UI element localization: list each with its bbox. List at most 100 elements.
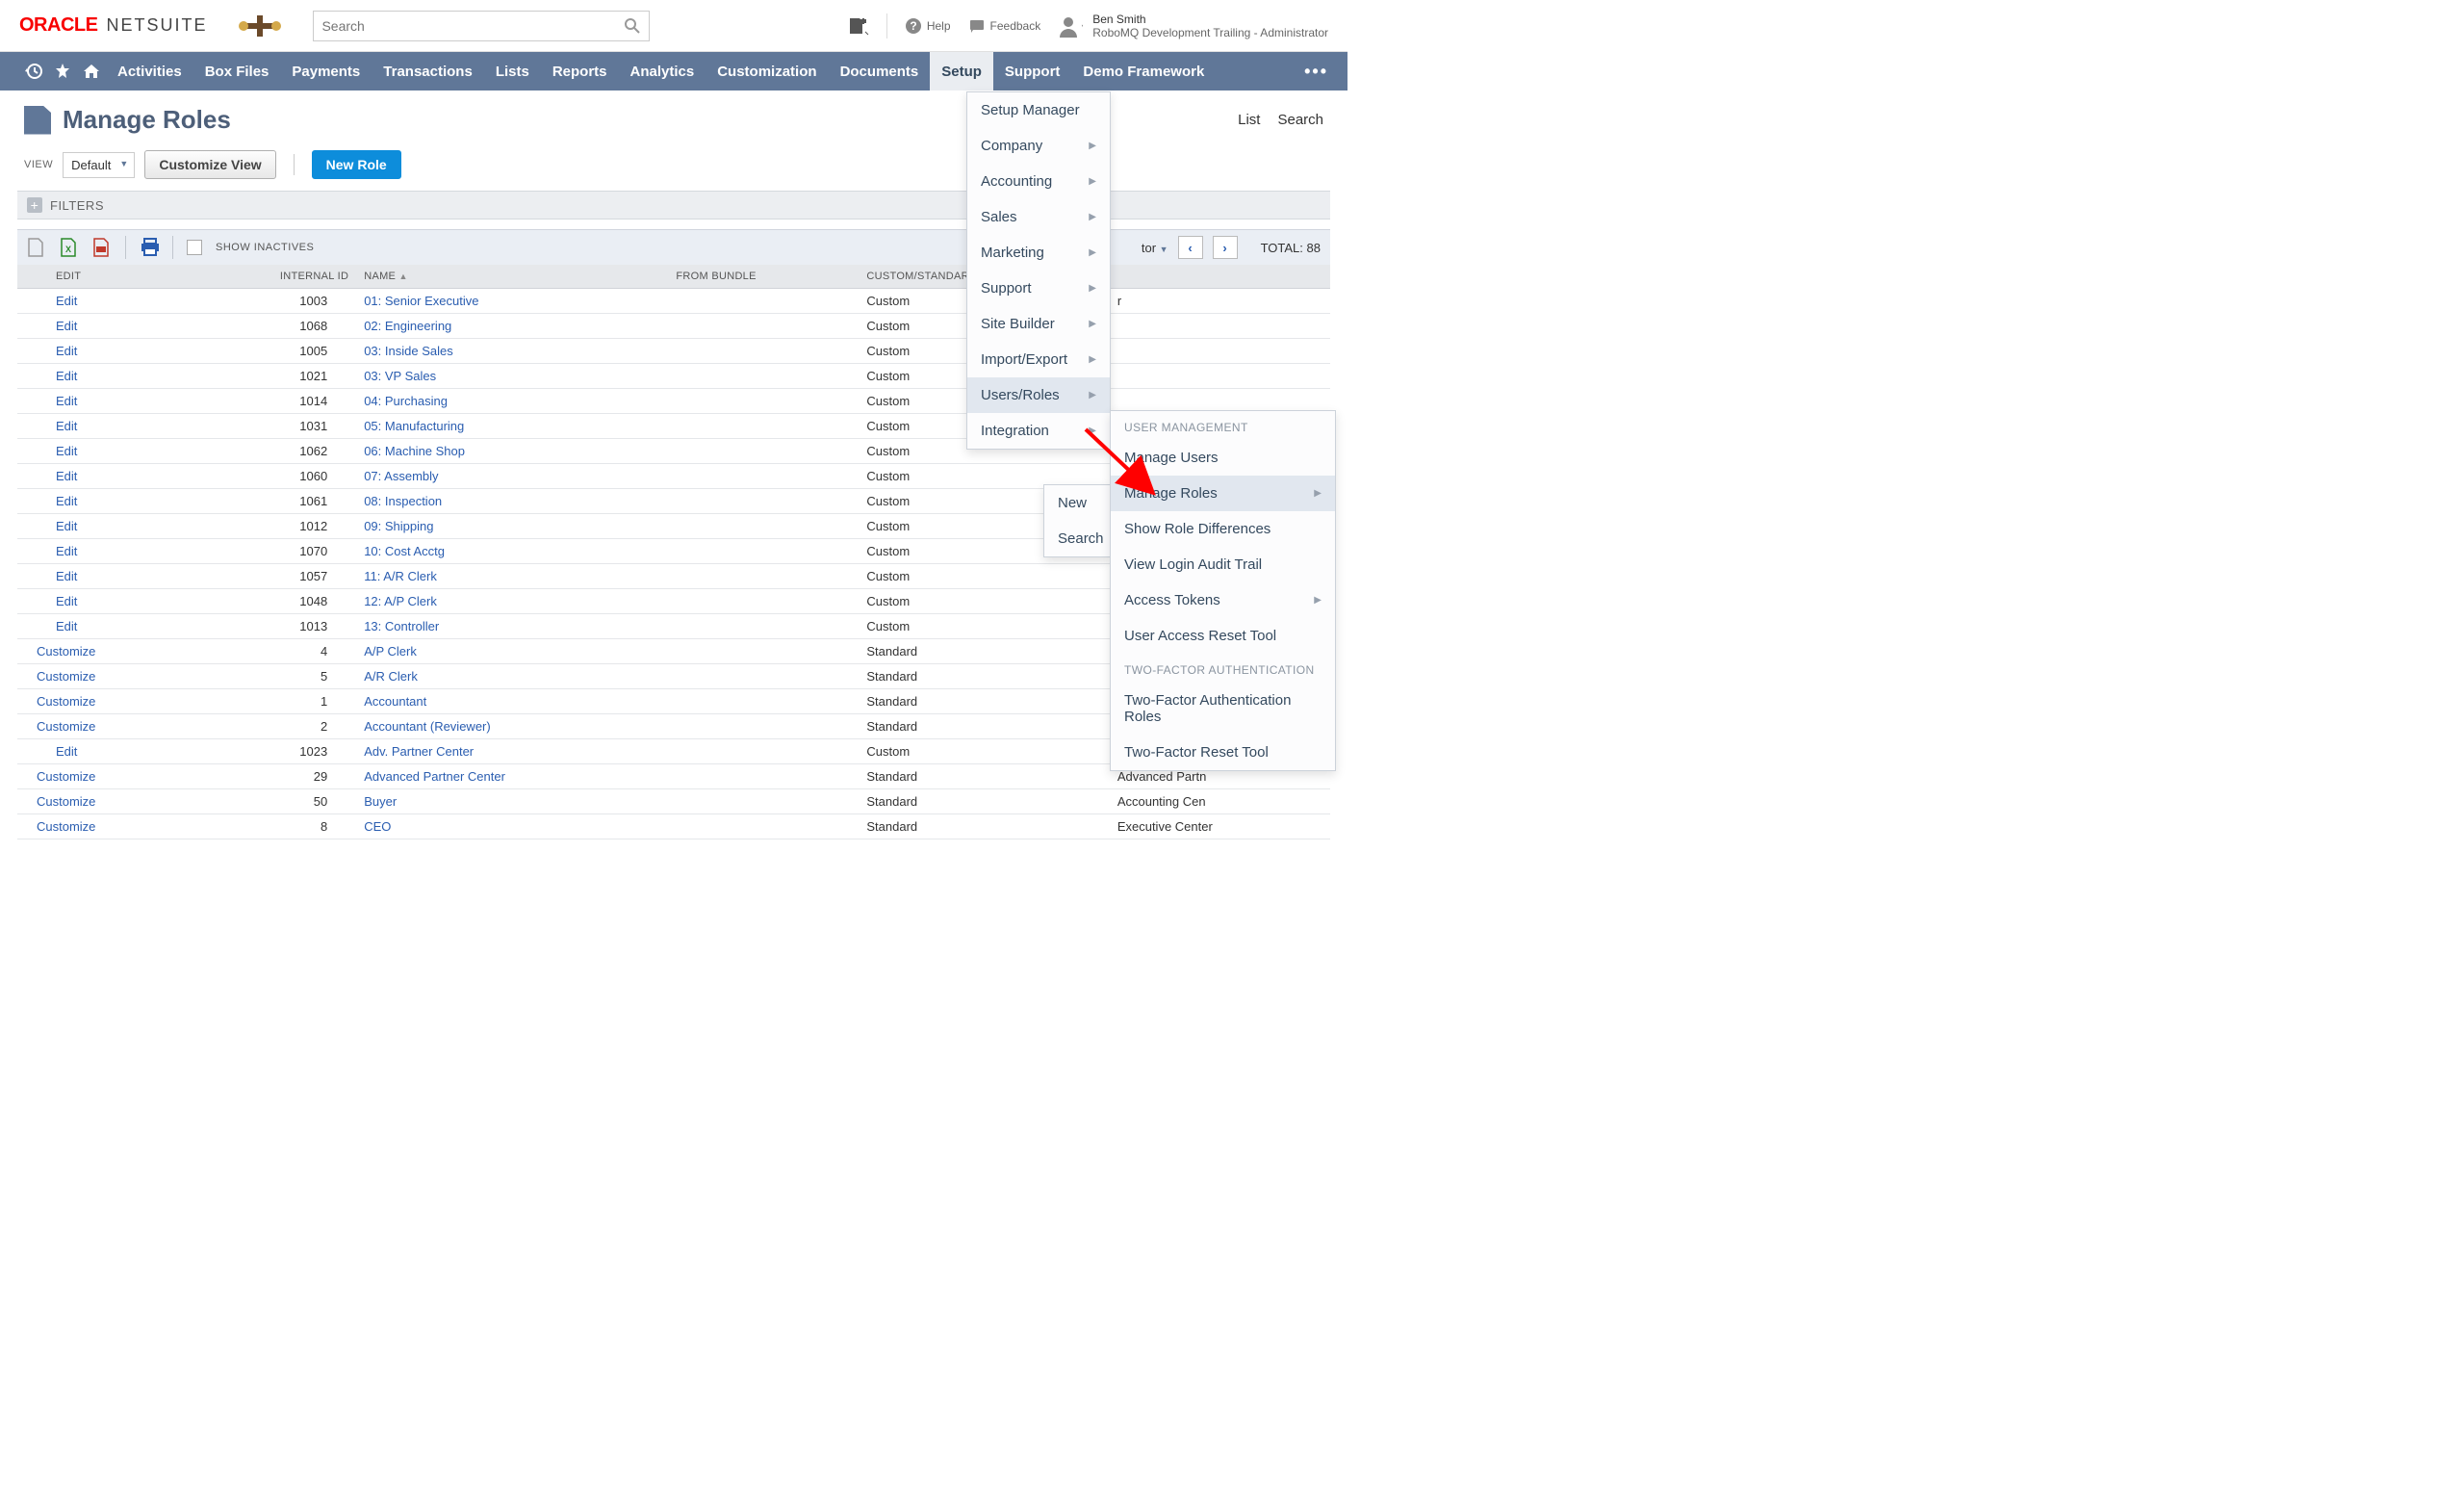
edit-link[interactable]: Edit [17, 514, 189, 539]
nav-item-demo-framework[interactable]: Demo Framework [1071, 52, 1216, 90]
edit-link[interactable]: Edit [17, 389, 189, 414]
view-select[interactable]: Default [63, 152, 135, 178]
nav-item-setup[interactable]: Setup [930, 52, 993, 90]
role-name-link[interactable]: A/P Clerk [364, 644, 417, 659]
menu-item-support[interactable]: Support▶ [967, 271, 1110, 306]
search-input[interactable] [321, 18, 624, 34]
edit-link[interactable]: Customize [17, 664, 189, 689]
role-name-link[interactable]: 03: Inside Sales [364, 344, 453, 358]
nav-item-transactions[interactable]: Transactions [372, 52, 484, 90]
shortcuts-star-icon[interactable] [48, 52, 77, 90]
menu-item-users-roles[interactable]: Users/Roles▶ [967, 377, 1110, 413]
edit-link[interactable]: Edit [17, 289, 189, 314]
column-header[interactable]: FROM BUNDLE [668, 265, 859, 289]
menu-item-integration[interactable]: Integration▶ [967, 413, 1110, 449]
search-icon[interactable] [624, 17, 641, 35]
menu-item-sales[interactable]: Sales▶ [967, 199, 1110, 235]
role-name-link[interactable]: Advanced Partner Center [364, 769, 505, 784]
edit-link[interactable]: Edit [17, 314, 189, 339]
expand-filters-icon[interactable]: + [27, 197, 42, 213]
search-link[interactable]: Search [1277, 112, 1323, 128]
menu-item-accounting[interactable]: Accounting▶ [967, 164, 1110, 199]
menu-item-site-builder[interactable]: Site Builder▶ [967, 306, 1110, 342]
edit-link[interactable]: Edit [17, 539, 189, 564]
create-new-icon[interactable] [848, 16, 869, 36]
menu-item-view-login-audit-trail[interactable]: View Login Audit Trail [1111, 547, 1335, 582]
role-name-link[interactable]: 01: Senior Executive [364, 294, 478, 308]
nav-item-customization[interactable]: Customization [706, 52, 828, 90]
nav-item-support[interactable]: Support [993, 52, 1072, 90]
edit-link[interactable]: Edit [17, 339, 189, 364]
role-name-link[interactable]: 08: Inspection [364, 494, 442, 508]
nav-item-analytics[interactable]: Analytics [619, 52, 706, 90]
edit-link[interactable]: Customize [17, 764, 189, 789]
show-inactives-checkbox[interactable] [187, 240, 202, 255]
role-name-link[interactable]: A/R Clerk [364, 669, 418, 684]
menu-item-two-factor-reset-tool[interactable]: Two-Factor Reset Tool [1111, 735, 1335, 770]
role-name-link[interactable]: Buyer [364, 794, 397, 809]
nav-item-activities[interactable]: Activities [106, 52, 193, 90]
export-pdf-icon[interactable] [92, 237, 112, 258]
export-excel-icon[interactable]: X [60, 237, 79, 258]
column-header[interactable]: EDIT [17, 265, 189, 289]
page-prev-button[interactable]: ‹ [1178, 236, 1203, 259]
role-name-link[interactable]: 05: Manufacturing [364, 419, 464, 433]
edit-link[interactable]: Customize [17, 814, 189, 839]
column-header[interactable]: INTERNAL ID [189, 265, 356, 289]
column-header[interactable] [1110, 265, 1330, 289]
menu-item-two-factor-authentication-roles[interactable]: Two-Factor Authentication Roles [1111, 683, 1335, 735]
edit-link[interactable]: Edit [17, 739, 189, 764]
role-name-link[interactable]: 13: Controller [364, 619, 439, 633]
customize-view-button[interactable]: Customize View [144, 150, 275, 179]
role-name-link[interactable]: 03: VP Sales [364, 369, 436, 383]
export-csv-icon[interactable] [27, 237, 46, 258]
edit-link[interactable]: Edit [17, 414, 189, 439]
feedback-button[interactable]: Feedback [968, 17, 1041, 35]
role-name-link[interactable]: Adv. Partner Center [364, 744, 474, 759]
edit-link[interactable]: Edit [17, 364, 189, 389]
nav-item-lists[interactable]: Lists [484, 52, 541, 90]
edit-link[interactable]: Edit [17, 589, 189, 614]
menu-item-setup-manager[interactable]: Setup Manager [967, 92, 1110, 128]
role-name-link[interactable]: CEO [364, 819, 391, 834]
menu-item-manage-users[interactable]: Manage Users [1111, 440, 1335, 476]
new-role-button[interactable]: New Role [312, 150, 401, 179]
edit-link[interactable]: Edit [17, 439, 189, 464]
role-name-link[interactable]: 12: A/P Clerk [364, 594, 437, 608]
edit-link[interactable]: Customize [17, 639, 189, 664]
role-name-link[interactable]: Accountant [364, 694, 426, 709]
nav-item-reports[interactable]: Reports [541, 52, 619, 90]
nav-item-documents[interactable]: Documents [829, 52, 931, 90]
menu-item-access-tokens[interactable]: Access Tokens▶ [1111, 582, 1335, 618]
role-name-link[interactable]: Accountant (Reviewer) [364, 719, 491, 734]
edit-link[interactable]: Edit [17, 489, 189, 514]
role-name-link[interactable]: 11: A/R Clerk [364, 569, 437, 583]
edit-link[interactable]: Customize [17, 689, 189, 714]
nav-overflow[interactable]: ••• [1304, 62, 1328, 82]
role-name-link[interactable]: 06: Machine Shop [364, 444, 465, 458]
menu-item-import-export[interactable]: Import/Export▶ [967, 342, 1110, 377]
nav-item-box-files[interactable]: Box Files [193, 52, 281, 90]
role-name-link[interactable]: 07: Assembly [364, 469, 438, 483]
edit-link[interactable]: Customize [17, 714, 189, 739]
role-name-link[interactable]: 10: Cost Acctg [364, 544, 445, 558]
global-search[interactable] [313, 11, 650, 41]
sort-indicator[interactable]: tor ▼ [1142, 241, 1168, 255]
print-icon[interactable] [140, 237, 159, 258]
nav-item-payments[interactable]: Payments [280, 52, 372, 90]
menu-item-show-role-differences[interactable]: Show Role Differences [1111, 511, 1335, 547]
recent-records-icon[interactable] [19, 52, 48, 90]
menu-item-user-access-reset-tool[interactable]: User Access Reset Tool [1111, 618, 1335, 654]
page-next-button[interactable]: › [1213, 236, 1238, 259]
edit-link[interactable]: Customize [17, 789, 189, 814]
role-name-link[interactable]: 02: Engineering [364, 319, 451, 333]
menu-item-manage-roles[interactable]: Manage Roles▶ [1111, 476, 1335, 511]
filters-bar[interactable]: + FILTERS [17, 191, 1330, 220]
edit-link[interactable]: Edit [17, 464, 189, 489]
menu-item-marketing[interactable]: Marketing▶ [967, 235, 1110, 271]
menu-item-company[interactable]: Company▶ [967, 128, 1110, 164]
role-name-link[interactable]: 09: Shipping [364, 519, 433, 533]
role-name-link[interactable]: 04: Purchasing [364, 394, 448, 408]
home-icon[interactable] [77, 52, 106, 90]
edit-link[interactable]: Edit [17, 564, 189, 589]
